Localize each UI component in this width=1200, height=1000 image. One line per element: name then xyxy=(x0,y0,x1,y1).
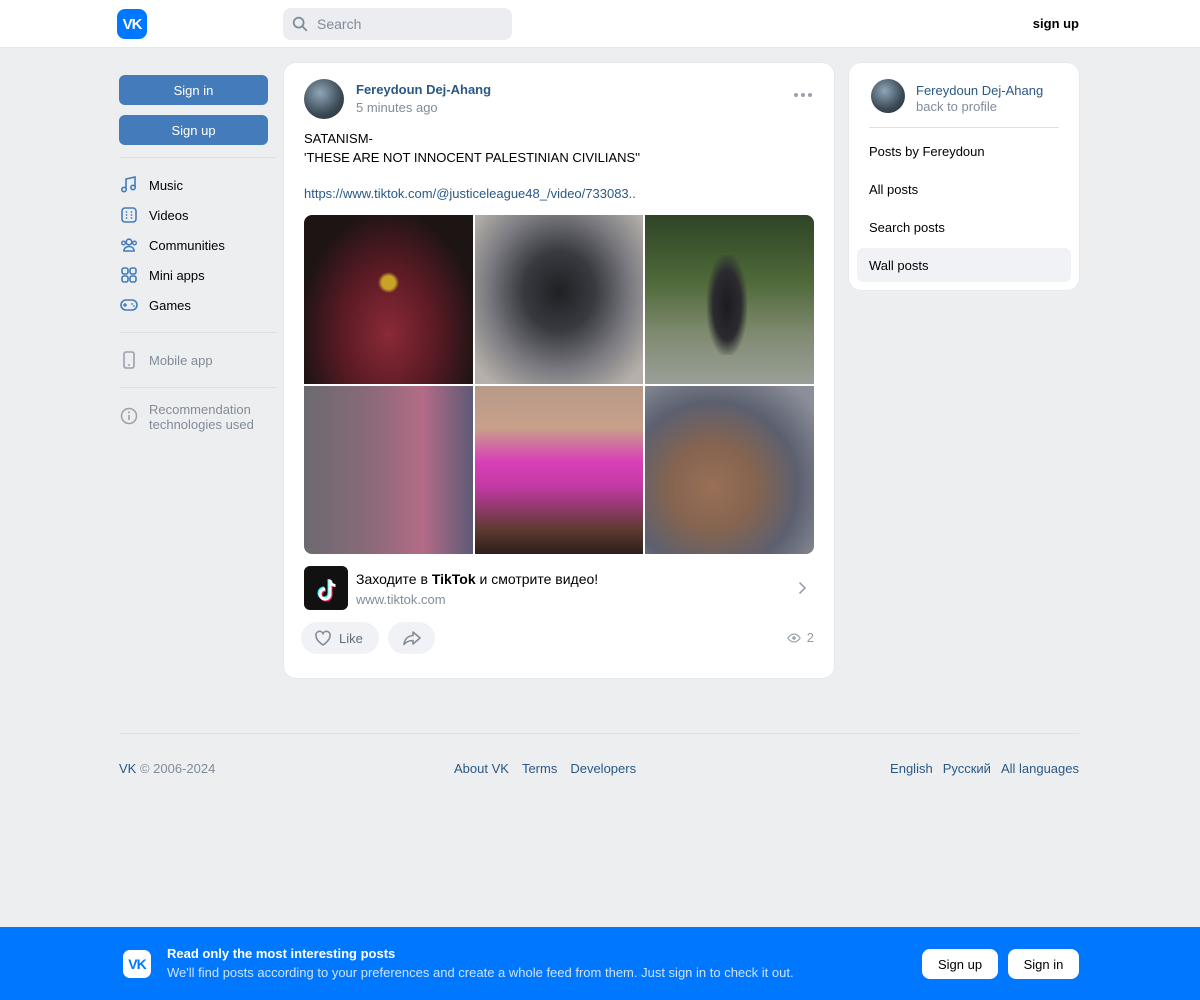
footer-link-terms[interactable]: Terms xyxy=(522,761,557,776)
sidebar-item-videos[interactable]: Videos xyxy=(119,200,279,230)
sidebar-item-mobile-app[interactable]: Mobile app xyxy=(119,345,279,375)
gamepad-icon xyxy=(120,299,138,311)
sidebar-item-recommendation[interactable]: Recommendation technologies used xyxy=(119,400,279,440)
menu-item-wall-posts[interactable]: Wall posts xyxy=(857,248,1071,282)
heart-icon xyxy=(315,630,331,646)
like-button[interactable]: Like xyxy=(301,622,379,654)
sidebar-divider xyxy=(119,387,277,388)
sidebar-item-label: Recommendation technologies used xyxy=(149,402,254,432)
top-header: VK sign up xyxy=(0,0,1200,48)
photo-thumbnail[interactable] xyxy=(645,386,814,554)
header-signup-link[interactable]: sign up xyxy=(1033,16,1079,31)
like-label: Like xyxy=(339,630,363,646)
menu-item-posts-by[interactable]: Posts by Fereydoun xyxy=(857,134,1071,168)
footer-link-about[interactable]: About VK xyxy=(454,761,509,776)
mini-apps-icon xyxy=(121,267,137,283)
tiktok-icon xyxy=(304,566,348,610)
sidebar-signin-button[interactable]: Sign in xyxy=(119,75,268,105)
sidebar-item-label: Music xyxy=(149,177,183,193)
sidebar-divider xyxy=(119,332,277,333)
vk-logo-icon: VK xyxy=(123,950,151,978)
profile-name[interactable]: Fereydoun Dej-Ahang xyxy=(916,83,1043,98)
sidebar-item-communities[interactable]: Communities xyxy=(119,230,279,260)
banner-signup-button[interactable]: Sign up xyxy=(922,949,998,979)
sidebar-item-music[interactable]: Music xyxy=(119,170,279,200)
views-count: 2 xyxy=(806,630,814,645)
search-input[interactable] xyxy=(317,16,497,32)
more-options-icon[interactable] xyxy=(794,93,812,97)
menu-item-all-posts[interactable]: All posts xyxy=(857,172,1071,206)
views-counter: 2 xyxy=(786,630,814,645)
footer-link-developers[interactable]: Developers xyxy=(570,761,636,776)
post-text-line: 'THESE ARE NOT INNOCENT PALESTINIAN CIVI… xyxy=(304,150,641,165)
profile-card-divider xyxy=(869,127,1059,128)
sidebar-signup-button[interactable]: Sign up xyxy=(119,115,268,145)
footer-links: About VK Terms Developers xyxy=(454,761,636,776)
music-icon xyxy=(120,176,137,193)
link-snippet[interactable]: Заходите в TikTok и смотрите видео! www.… xyxy=(304,566,814,610)
share-icon xyxy=(402,631,421,646)
banner-title: Read only the most interesting posts xyxy=(167,946,396,961)
sidebar-divider xyxy=(119,157,277,158)
back-to-profile-link[interactable]: back to profile xyxy=(916,99,997,114)
photo-thumbnail[interactable] xyxy=(304,386,473,554)
snippet-domain: www.tiktok.com xyxy=(356,592,446,607)
post-card: Fereydoun Dej-Ahang 5 minutes ago SATANI… xyxy=(284,63,834,678)
avatar[interactable] xyxy=(871,79,905,113)
profile-card: Fereydoun Dej-Ahang back to profile Post… xyxy=(849,63,1079,290)
banner-subtitle: We'll find posts according to your prefe… xyxy=(167,965,794,980)
banner-signin-button[interactable]: Sign in xyxy=(1008,949,1079,979)
video-icon xyxy=(121,207,137,223)
sidebar-item-label: Videos xyxy=(149,207,189,223)
footer-copyright: VK © 2006-2024 xyxy=(119,761,216,776)
phone-icon xyxy=(123,351,135,369)
chevron-right-icon xyxy=(799,582,807,594)
footer-vk-link[interactable]: VK xyxy=(119,761,136,776)
photo-thumbnail[interactable] xyxy=(645,215,814,384)
post-link[interactable]: https://www.tiktok.com/@justiceleague48_… xyxy=(304,186,636,201)
communities-icon xyxy=(121,238,137,252)
menu-item-search-posts[interactable]: Search posts xyxy=(857,210,1071,244)
photo-grid xyxy=(304,215,814,554)
language-english[interactable]: English xyxy=(890,761,933,776)
sidebar-item-label: Games xyxy=(149,297,191,313)
photo-thumbnail[interactable] xyxy=(475,386,643,554)
sidebar-item-mini-apps[interactable]: Mini apps xyxy=(119,260,279,290)
sidebar-item-label: Mobile app xyxy=(149,352,213,368)
vk-logo-icon[interactable]: VK xyxy=(117,9,147,39)
language-russian[interactable]: Русский xyxy=(943,761,991,776)
post-author[interactable]: Fereydoun Dej-Ahang xyxy=(356,82,491,97)
footer-divider xyxy=(119,733,1079,734)
photo-thumbnail[interactable] xyxy=(475,215,643,384)
avatar[interactable] xyxy=(304,79,344,119)
photo-thumbnail[interactable] xyxy=(304,215,473,384)
post-text-line: SATANISM- xyxy=(304,131,373,146)
signin-banner: VK Read only the most interesting posts … xyxy=(0,927,1200,1000)
language-all[interactable]: All languages xyxy=(1001,761,1079,776)
eye-icon xyxy=(786,632,801,643)
info-icon xyxy=(120,407,138,425)
left-sidebar: Sign in Sign up Music Videos Communities… xyxy=(119,75,279,440)
post-text: SATANISM- 'THESE ARE NOT INNOCENT PALEST… xyxy=(304,129,640,167)
footer-languages: English Русский All languages xyxy=(890,761,1079,776)
search-icon xyxy=(292,16,308,32)
sidebar-item-games[interactable]: Games xyxy=(119,290,279,320)
snippet-title: Заходите в TikTok и смотрите видео! xyxy=(356,571,599,587)
post-time[interactable]: 5 minutes ago xyxy=(356,100,438,115)
share-button[interactable] xyxy=(388,622,435,654)
search-box[interactable] xyxy=(283,8,512,40)
sidebar-item-label: Mini apps xyxy=(149,267,205,283)
sidebar-item-label: Communities xyxy=(149,237,225,253)
